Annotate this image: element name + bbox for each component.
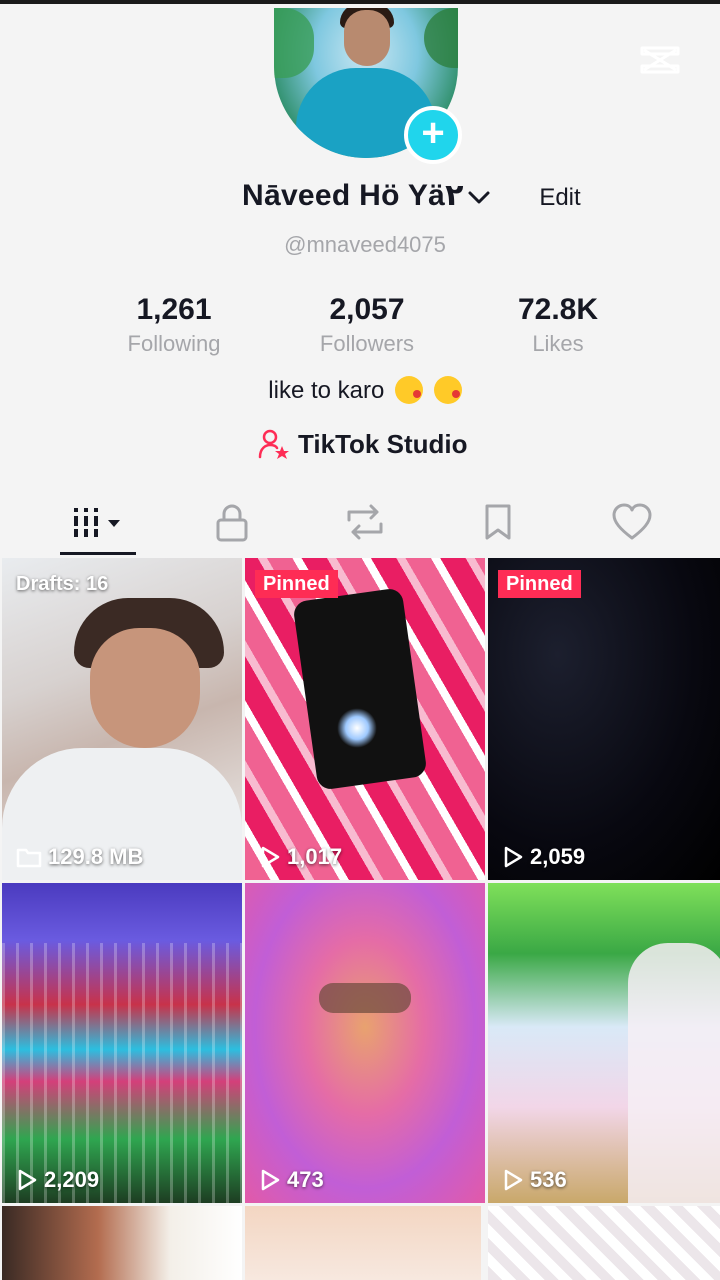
stat-value: 1,261 [136,293,212,326]
stat-value: 2,057 [329,293,405,326]
stat-label: Followers [319,331,415,356]
video-meta: 536 [502,1167,567,1193]
video-meta: 1,017 [259,844,342,870]
view-count: 1,017 [287,844,343,869]
username: @mnaveed4075 [284,232,446,257]
add-avatar-plus-icon[interactable]: + [404,106,462,164]
view-count: 536 [530,1167,567,1192]
draft-size: 129.8 MB [48,844,144,869]
bookmark-icon [485,504,511,540]
video-thumbnail-drafts[interactable]: Drafts: 16 129.8 MB [2,558,242,880]
heart-icon [612,503,652,540]
stat-following[interactable]: 1,261 Following [84,290,264,358]
studio-label: TikTok Studio [298,428,468,459]
kiss-emoji-icon [395,376,424,404]
pinned-badge: Pinned [498,570,581,598]
tab-private[interactable] [196,494,268,550]
drafts-badge: Drafts: 16 [16,573,109,595]
pinned-badge: Pinned [255,570,338,598]
tab-reposts[interactable] [329,494,401,550]
stat-likes[interactable]: 72.8K Likes [468,290,648,358]
video-meta: 473 [259,1167,324,1193]
kiss-emoji-icon [433,376,462,404]
edit-profile-button[interactable]: Edit [522,176,598,220]
tab-videos[interactable] [62,494,134,550]
tab-liked[interactable] [596,494,668,550]
play-icon [261,846,280,868]
stat-label: Likes [532,331,584,356]
name-row: Nāveed Hö Yä٢ Edit [0,176,720,220]
video-thumbnail[interactable]: 473 [245,883,485,1203]
bio-text: like to karo [268,377,385,404]
tiktok-studio-link[interactable]: TikTok Studio [258,424,467,464]
video-meta: 2,059 [502,844,585,870]
studio-person-star-icon [258,429,289,459]
bio: like to karo [0,376,720,405]
folder-icon [16,848,42,868]
video-grid: Drafts: 16 129.8 MB Pinned 1,017 Pinned … [0,558,720,1280]
video-thumbnail[interactable] [488,1206,720,1280]
display-name[interactable]: Nāveed Hö Yä٢ [242,178,463,213]
chevron-down-icon[interactable] [466,188,492,208]
video-thumbnail[interactable] [2,1206,242,1280]
status-strip [0,0,720,4]
lock-icon [216,504,248,542]
tab-favorites[interactable] [462,494,534,550]
stat-followers[interactable]: 2,057 Followers [277,290,457,358]
stats-row: 1,261 Following 2,057 Followers 72.8K Li… [0,290,720,360]
stat-value: 72.8K [517,293,599,326]
play-icon [261,1169,280,1191]
video-thumbnail[interactable] [245,1206,481,1280]
video-meta: 2,209 [16,1167,99,1193]
view-count: 2,209 [44,1167,100,1192]
view-count: 2,059 [530,844,586,869]
play-icon [504,846,523,868]
view-count: 473 [287,1167,324,1192]
repost-icon [347,504,383,540]
play-icon [18,1169,37,1191]
stat-label: Following [127,331,221,356]
video-thumbnail[interactable]: 536 [488,883,720,1203]
video-thumbnail[interactable]: 2,209 [2,883,242,1203]
video-thumbnail-pinned-1[interactable]: Pinned 1,017 [245,558,485,880]
video-thumbnail-pinned-2[interactable]: Pinned 2,059 [488,558,720,880]
grid-icon [74,508,120,537]
active-tab-indicator [60,552,136,555]
play-icon [504,1169,523,1191]
video-meta: 129.8 MB [16,844,143,870]
capcut-icon[interactable] [636,40,684,80]
profile-tabs [0,494,720,556]
